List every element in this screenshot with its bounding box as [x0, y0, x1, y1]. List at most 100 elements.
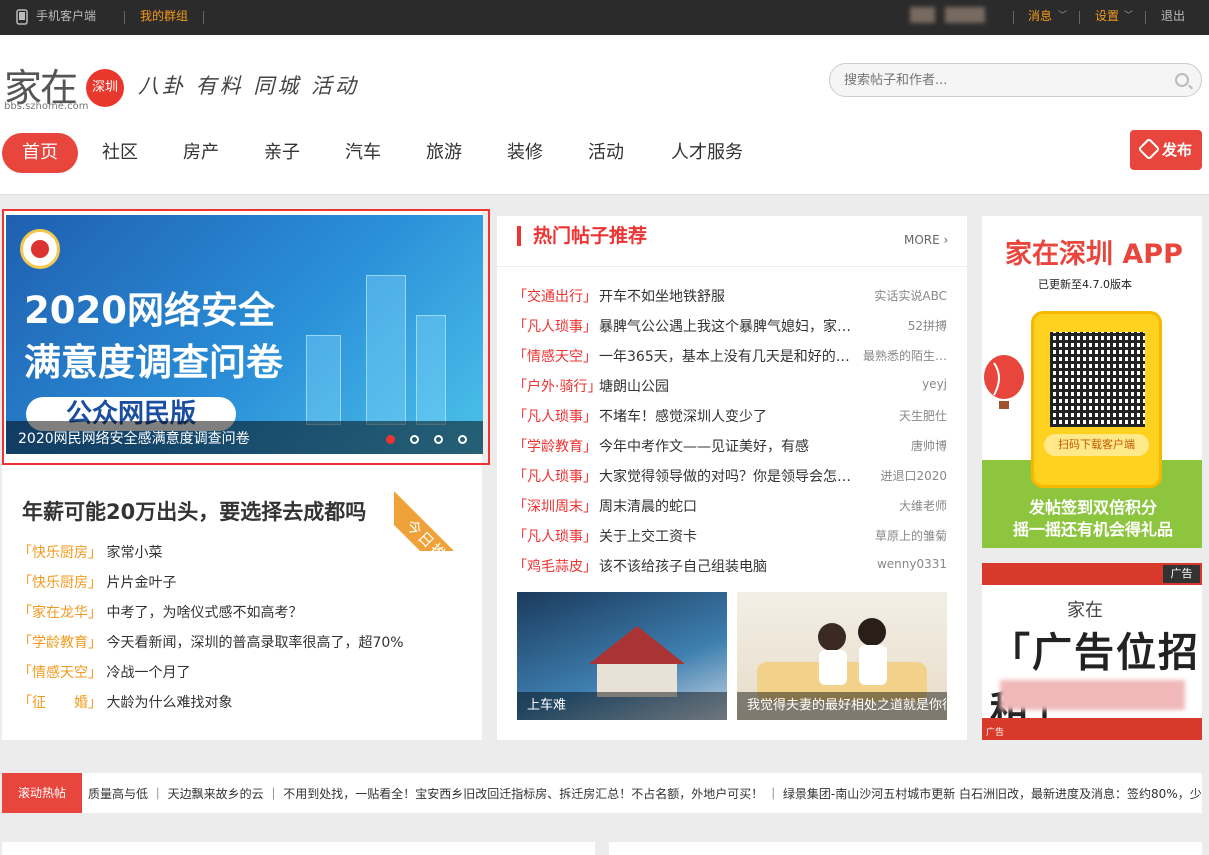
post-author[interactable]: 实话实说ABC: [874, 287, 947, 304]
nav-events[interactable]: 活动: [576, 133, 636, 173]
hot-post-row[interactable]: 「情感天空」 一年365天，基本上没有几天是和好的… 最熟悉的陌生…: [513, 346, 953, 366]
more-link[interactable]: MORE ›: [904, 233, 948, 247]
chevron-down-icon: ﹀: [1058, 11, 1068, 21]
nav-home[interactable]: 首页: [2, 133, 78, 173]
post-tag[interactable]: 「凡人琐事」: [513, 469, 597, 485]
hot-post-row[interactable]: 「交通出行」 开车不如坐地铁舒服 实话实说ABC: [513, 286, 953, 306]
carousel-dot[interactable]: [458, 435, 467, 444]
item-tag[interactable]: 「家在龙华」: [18, 605, 102, 621]
item-text[interactable]: 大龄为什么难找对象: [106, 695, 232, 711]
post-tag[interactable]: 「凡人琐事」: [513, 529, 597, 545]
post-title[interactable]: 周末清晨的蛇口: [599, 496, 859, 516]
post-tag[interactable]: 「凡人琐事」: [513, 319, 597, 335]
post-tag[interactable]: 「户外·骑行」: [513, 379, 601, 395]
building-graphic: [366, 275, 406, 425]
post-title[interactable]: 关于上交工资卡: [599, 526, 859, 546]
post-author[interactable]: 草原上的雏菊: [875, 527, 947, 544]
post-title[interactable]: 塘朗山公园: [599, 376, 859, 396]
nav-auto[interactable]: 汽车: [333, 133, 393, 173]
post-button[interactable]: 发布: [1130, 130, 1202, 170]
post-button-label: 发布: [1162, 141, 1193, 159]
nav-community[interactable]: 社区: [90, 133, 150, 173]
thumbnail-house[interactable]: 上车难: [517, 592, 727, 720]
nav-jobs[interactable]: 人才服务: [662, 133, 752, 173]
post-tag[interactable]: 「学龄教育」: [513, 439, 597, 455]
hot-post-row[interactable]: 「凡人琐事」 大家觉得领导做的对吗？你是领导会怎… 迸退口2020: [513, 466, 953, 486]
post-author[interactable]: 大维老师: [899, 497, 947, 514]
thumbnail-caption[interactable]: 上车难: [517, 692, 727, 720]
logo-badge[interactable]: 深圳: [86, 69, 124, 107]
carousel-dot[interactable]: [386, 435, 395, 444]
hot-post-row[interactable]: 「凡人琐事」 不堵车！感觉深圳人变少了 天生肥仕: [513, 406, 953, 426]
item-text[interactable]: 冷战一个月了: [106, 665, 190, 681]
post-author[interactable]: 唐帅博: [911, 437, 947, 454]
settings-menu[interactable]: 设置: [1095, 0, 1119, 35]
item-tag[interactable]: 「学龄教育」: [18, 635, 102, 651]
list-item[interactable]: 「家在龙华」 中考了，为啥仪式感不如高考？: [18, 602, 302, 622]
hot-post-row[interactable]: 「户外·骑行」 塘朗山公园 yeyj: [513, 376, 953, 396]
post-tag[interactable]: 「深圳周末」: [513, 499, 597, 515]
search-input[interactable]: [844, 70, 1164, 90]
divider: [1145, 11, 1146, 24]
nav-property[interactable]: 房产: [171, 133, 231, 173]
hot-post-row[interactable]: 「深圳周末」 周末清晨的蛇口 大维老师: [513, 496, 953, 516]
post-tag[interactable]: 「鸡毛蒜皮」: [513, 559, 597, 575]
item-text[interactable]: 今天看新闻，深圳的普高录取率很高了，超70%: [106, 635, 403, 651]
post-author[interactable]: yeyj: [922, 377, 947, 391]
list-item[interactable]: 「快乐厨房」 片片金叶子: [18, 572, 176, 592]
post-title[interactable]: 该不该给孩子自己组装电脑: [599, 556, 859, 576]
nav-travel[interactable]: 旅游: [414, 133, 474, 173]
messages-menu[interactable]: 消息: [1028, 0, 1052, 35]
item-text[interactable]: 中考了，为啥仪式感不如高考？: [106, 605, 302, 621]
item-tag[interactable]: 「情感天空」: [18, 665, 102, 681]
post-title[interactable]: 不堵车！感觉深圳人变少了: [599, 406, 859, 426]
item-tag[interactable]: 「征 婚」: [18, 695, 102, 711]
post-title[interactable]: 大家觉得领导做的对吗？你是领导会怎…: [599, 466, 859, 486]
post-author[interactable]: wenny0331: [877, 557, 947, 571]
post-tag[interactable]: 「凡人琐事」: [513, 409, 597, 425]
hot-post-row[interactable]: 「鸡毛蒜皮」 该不该给孩子自己组装电脑 wenny0331: [513, 556, 953, 576]
post-author[interactable]: 52拼搏: [908, 317, 947, 334]
ticker-text[interactable]: 质量高与低 ｜ 天边飘来故乡的云 ｜ 不用到处找，一贴看全！宝安西乡旧改回迁指标…: [88, 785, 1202, 802]
post-title[interactable]: 暴脾气公公遇上我这个暴脾气媳妇，家…: [599, 316, 859, 336]
post-title[interactable]: 一年365天，基本上没有几天是和好的…: [599, 346, 859, 366]
logout-link[interactable]: 退出: [1161, 0, 1185, 35]
list-item[interactable]: 「学龄教育」 今天看新闻，深圳的普高录取率很高了，超70%: [18, 632, 404, 652]
carousel-dot[interactable]: [434, 435, 443, 444]
divider: [497, 266, 967, 267]
post-title[interactable]: 开车不如坐地铁舒服: [599, 286, 859, 306]
search-icon[interactable]: [1175, 73, 1189, 87]
thumbnail-couple[interactable]: 我觉得夫妻的最好相处之道就是你很: [737, 592, 947, 720]
hot-post-row[interactable]: 「凡人琐事」 暴脾气公公遇上我这个暴脾气媳妇，家… 52拼搏: [513, 316, 953, 336]
post-tag[interactable]: 「交通出行」: [513, 289, 597, 305]
carousel-dot[interactable]: [410, 435, 419, 444]
banner-headline-line1: 2020网络安全: [24, 289, 275, 332]
hot-post-row[interactable]: 「凡人琐事」 关于上交工资卡 草原上的雏菊: [513, 526, 953, 546]
banner-carousel[interactable]: 2020网络安全 满意度调查问卷 公众网民版 2020网民网络安全感满意度调查问…: [6, 215, 483, 454]
user-avatar[interactable]: [910, 7, 935, 23]
list-item[interactable]: 「快乐厨房」 家常小菜: [18, 542, 162, 562]
phone-icon[interactable]: [16, 0, 28, 35]
nav-parenting[interactable]: 亲子: [252, 133, 312, 173]
item-text[interactable]: 片片金叶子: [106, 575, 176, 591]
featured-title[interactable]: 年薪可能20万出头，要选择去成都吗: [22, 496, 366, 526]
item-tag[interactable]: 「快乐厨房」: [18, 575, 102, 591]
balloon-icon: [984, 355, 1024, 409]
banner-caption[interactable]: 2020网民网络安全感满意度调查问卷: [18, 428, 250, 448]
post-title[interactable]: 今年中考作文——见证美好，有感: [599, 436, 859, 456]
post-author[interactable]: 天生肥仕: [899, 407, 947, 424]
thumbnail-caption[interactable]: 我觉得夫妻的最好相处之道就是你很: [737, 692, 947, 720]
mobile-client-link[interactable]: 手机客户端: [36, 0, 96, 35]
my-groups-link[interactable]: 我的群组: [140, 0, 188, 35]
post-author[interactable]: 最熟悉的陌生…: [863, 347, 947, 364]
list-item[interactable]: 「征 婚」 大龄为什么难找对象: [18, 692, 232, 712]
item-tag[interactable]: 「快乐厨房」: [18, 545, 102, 561]
post-author[interactable]: 迸退口2020: [880, 467, 947, 484]
username[interactable]: [945, 7, 985, 23]
qr-code[interactable]: [1050, 332, 1145, 427]
nav-decoration[interactable]: 装修: [495, 133, 555, 173]
post-tag[interactable]: 「情感天空」: [513, 349, 597, 365]
list-item[interactable]: 「情感天空」 冷战一个月了: [18, 662, 190, 682]
hot-post-row[interactable]: 「学龄教育」 今年中考作文——见证美好，有感 唐帅博: [513, 436, 953, 456]
item-text[interactable]: 家常小菜: [106, 545, 162, 561]
